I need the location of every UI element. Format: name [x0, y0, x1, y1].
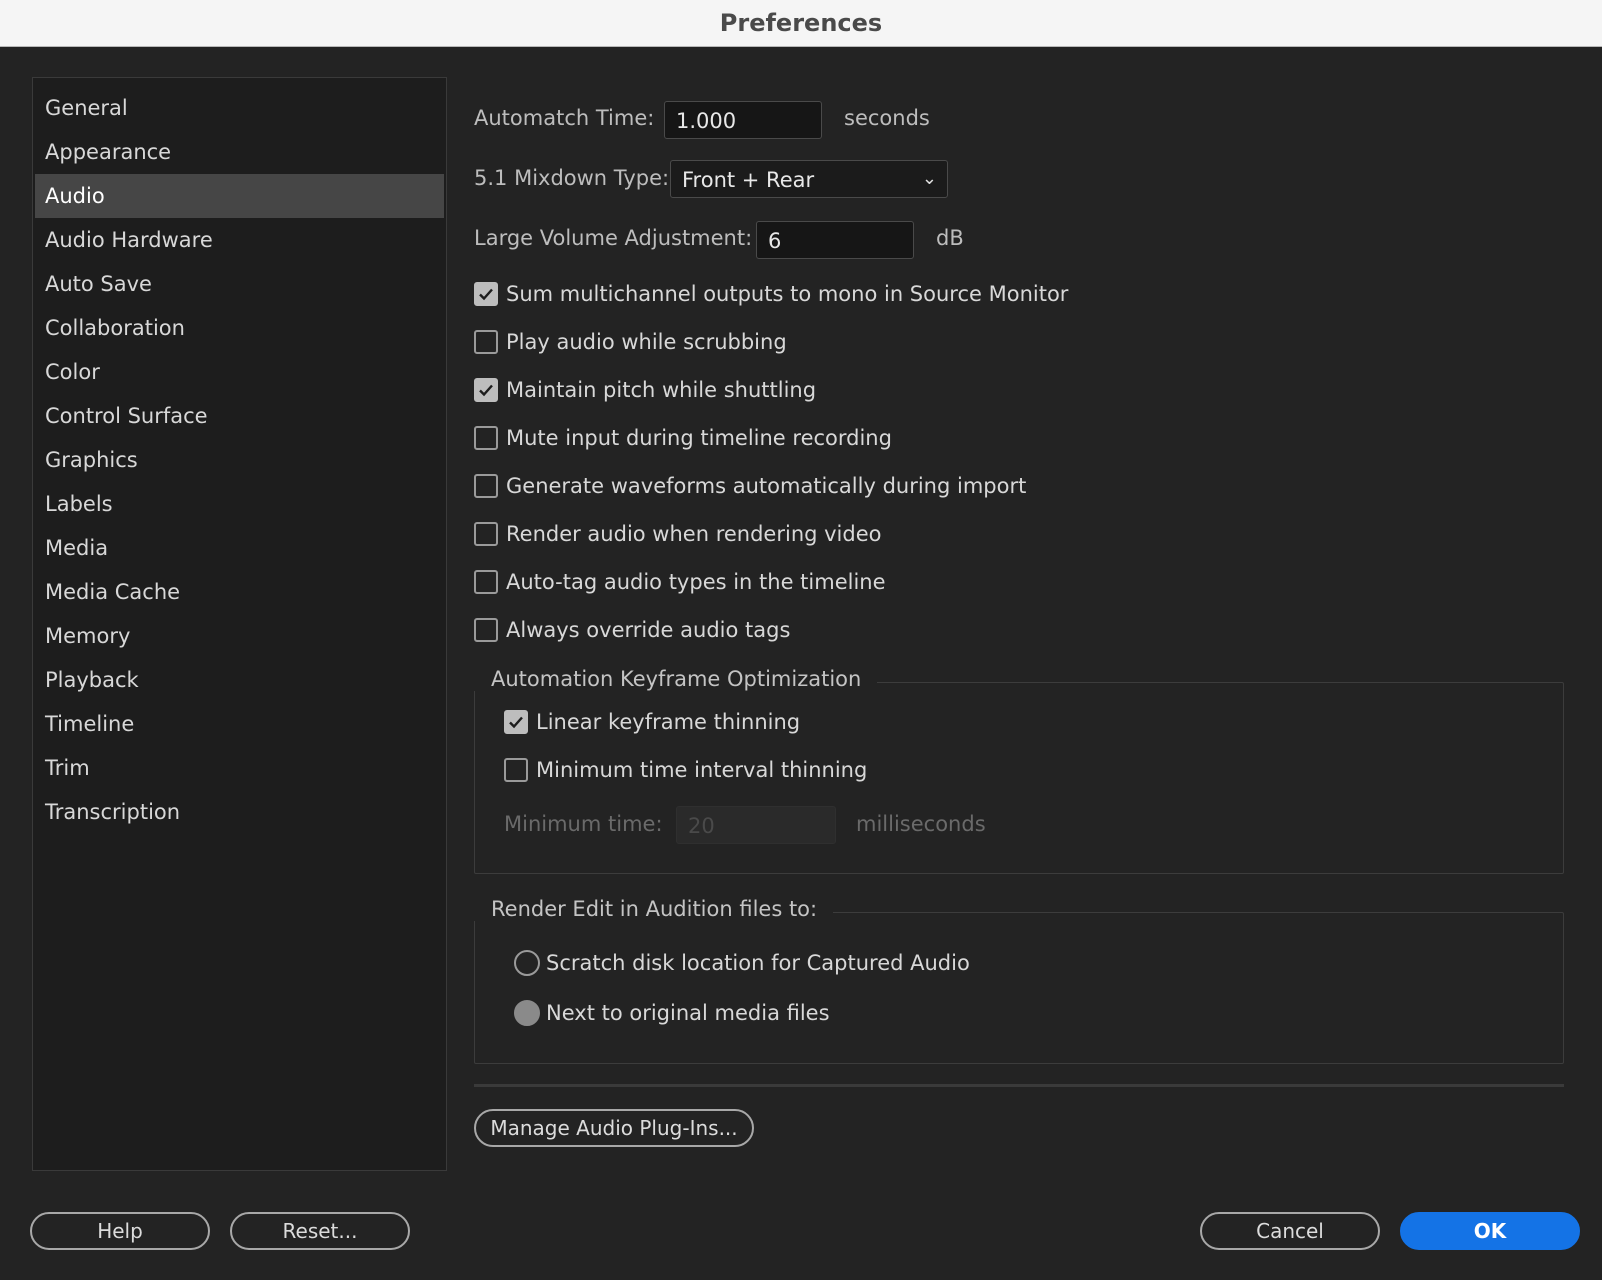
checkbox-box — [474, 570, 498, 594]
checkbox-box — [474, 474, 498, 498]
checkbox-maintain-pitch[interactable]: Maintain pitch while shuttling — [474, 376, 816, 404]
mixdown-type-select[interactable]: Front + Rear ⌄ — [670, 160, 948, 198]
checkbox-label: Always override audio tags — [506, 618, 791, 642]
large-volume-unit: dB — [936, 226, 964, 250]
checkbox-box — [474, 522, 498, 546]
checkbox-box — [504, 710, 528, 734]
checkbox-label: Auto-tag audio types in the timeline — [506, 570, 886, 594]
automatch-time-unit: seconds — [844, 106, 930, 130]
sidebar-item-memory[interactable]: Memory — [35, 614, 444, 658]
checkmark-icon — [479, 384, 493, 397]
radio-circle — [514, 950, 540, 976]
sidebar-item-control-surface[interactable]: Control Surface — [35, 394, 444, 438]
radio-next-to-original[interactable]: Next to original media files — [514, 998, 830, 1028]
checkbox-linear-keyframe-thinning[interactable]: Linear keyframe thinning — [504, 708, 800, 736]
checkbox-label: Generate waveforms automatically during … — [506, 474, 1027, 498]
sidebar-item-labels[interactable]: Labels — [35, 482, 444, 526]
checkbox-label: Minimum time interval thinning — [536, 758, 868, 782]
checkbox-label: Maintain pitch while shuttling — [506, 378, 817, 402]
cancel-button[interactable]: Cancel — [1200, 1212, 1380, 1250]
checkbox-box — [474, 618, 498, 642]
checkbox-label: Mute input during timeline recording — [506, 426, 892, 450]
sidebar-item-appearance[interactable]: Appearance — [35, 130, 444, 174]
checkbox-box — [504, 758, 528, 782]
radio-label: Scratch disk location for Captured Audio — [546, 951, 970, 975]
checkbox-auto-tag[interactable]: Auto-tag audio types in the timeline — [474, 568, 886, 596]
checkbox-box — [474, 330, 498, 354]
preferences-sidebar: General Appearance Audio Audio Hardware … — [32, 77, 447, 1171]
checkbox-mute-input[interactable]: Mute input during timeline recording — [474, 424, 892, 452]
checkbox-play-audio-scrubbing[interactable]: Play audio while scrubbing — [474, 328, 787, 356]
minimum-time-input[interactable]: 20 — [676, 806, 836, 844]
large-volume-input[interactable]: 6 — [756, 221, 914, 259]
checkbox-label: Play audio while scrubbing — [506, 330, 787, 354]
sidebar-item-collaboration[interactable]: Collaboration — [35, 306, 444, 350]
checkbox-label: Linear keyframe thinning — [536, 710, 801, 734]
automatch-time-label: Automatch Time: — [474, 106, 655, 130]
checkbox-box — [474, 426, 498, 450]
radio-scratch-disk[interactable]: Scratch disk location for Captured Audio — [514, 948, 970, 978]
automatch-time-input[interactable]: 1.000 — [664, 101, 822, 139]
checkbox-render-audio[interactable]: Render audio when rendering video — [474, 520, 882, 548]
reset-button[interactable]: Reset... — [230, 1212, 410, 1250]
large-volume-label: Large Volume Adjustment: — [474, 226, 753, 250]
checkbox-box — [474, 378, 498, 402]
sidebar-item-audio-hardware[interactable]: Audio Hardware — [35, 218, 444, 262]
minimum-time-unit: milliseconds — [856, 812, 986, 836]
checkbox-generate-waveforms[interactable]: Generate waveforms automatically during … — [474, 472, 1026, 500]
sidebar-item-playback[interactable]: Playback — [35, 658, 444, 702]
keyframe-optimization-title: Automation Keyframe Optimization — [474, 667, 878, 691]
help-button[interactable]: Help — [30, 1212, 210, 1250]
render-audition-title: Render Edit in Audition files to: — [474, 897, 834, 921]
mixdown-type-label: 5.1 Mixdown Type: — [474, 166, 670, 190]
mixdown-type-value: Front + Rear — [682, 168, 815, 192]
sidebar-item-audio[interactable]: Audio — [35, 174, 444, 218]
divider — [474, 1084, 1564, 1087]
radio-label: Next to original media files — [546, 1001, 830, 1025]
checkmark-icon — [509, 716, 523, 729]
checkbox-sum-multichannel[interactable]: Sum multichannel outputs to mono in Sour… — [474, 280, 1068, 308]
checkbox-override-tags[interactable]: Always override audio tags — [474, 616, 790, 644]
sidebar-item-graphics[interactable]: Graphics — [35, 438, 444, 482]
checkbox-label: Sum multichannel outputs to mono in Sour… — [506, 282, 1069, 306]
sidebar-item-timeline[interactable]: Timeline — [35, 702, 444, 746]
audio-preferences-panel: Automatch Time: 1.000 seconds 5.1 Mixdow… — [474, 0, 1574, 1280]
sidebar-item-trim[interactable]: Trim — [35, 746, 444, 790]
checkbox-minimum-time-thinning[interactable]: Minimum time interval thinning — [504, 756, 867, 784]
sidebar-item-transcription[interactable]: Transcription — [35, 790, 444, 834]
checkbox-box — [474, 282, 498, 306]
checkbox-label: Render audio when rendering video — [506, 522, 882, 546]
sidebar-item-media[interactable]: Media — [35, 526, 444, 570]
radio-circle — [514, 1000, 540, 1026]
sidebar-item-media-cache[interactable]: Media Cache — [35, 570, 444, 614]
sidebar-item-auto-save[interactable]: Auto Save — [35, 262, 444, 306]
sidebar-item-general[interactable]: General — [35, 86, 444, 130]
sidebar-item-color[interactable]: Color — [35, 350, 444, 394]
minimum-time-label: Minimum time: — [504, 812, 663, 836]
chevron-down-icon: ⌄ — [921, 168, 937, 189]
render-audition-group — [474, 912, 1564, 1064]
checkmark-icon — [479, 288, 493, 301]
manage-audio-plugins-button[interactable]: Manage Audio Plug-Ins... — [474, 1109, 754, 1147]
ok-button[interactable]: OK — [1400, 1212, 1580, 1250]
